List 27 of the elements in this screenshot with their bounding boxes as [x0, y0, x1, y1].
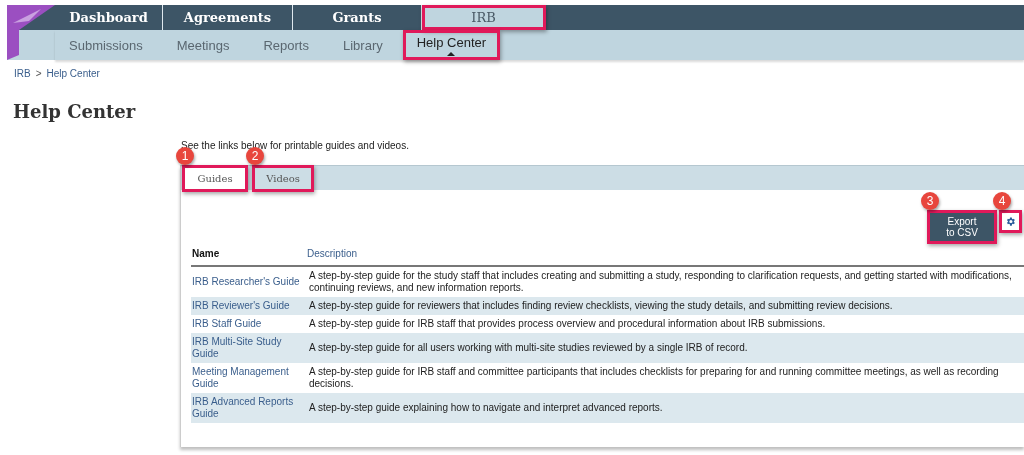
breadcrumb-separator: >: [35, 68, 42, 79]
guide-link[interactable]: IRB Multi-Site Study Guide: [191, 333, 306, 363]
breadcrumb-link[interactable]: IRB: [14, 68, 31, 79]
subnav-tab[interactable]: Reports: [249, 30, 323, 60]
caret-icon: [447, 51, 456, 56]
export-button[interactable]: Export to CSV: [929, 212, 995, 242]
callout-badge: 4: [993, 192, 1011, 210]
guide-link[interactable]: IRB Advanced Reports Guide: [191, 393, 306, 423]
description-cell: A step-by-step guide explaining how to navigate and interpret advanced reports.: [306, 393, 1024, 423]
subnav-tab[interactable]: Library: [329, 30, 397, 60]
subnav-tab[interactable]: Meetings: [162, 30, 244, 60]
subnav-tab[interactable]: Help Center: [402, 30, 501, 60]
description-cell: A step-by-step guide for IRB staff and committee participants that includes checklists for preparing for and running committee meetings, as well as recording decisions.: [306, 363, 1024, 393]
nav-tab[interactable]: IRB: [422, 5, 546, 30]
guide-link[interactable]: Meeting Management Guide: [191, 363, 306, 393]
callout-badge: 3: [921, 192, 939, 210]
description-cell: A step-by-step guide for reviewers that includes finding review checklists, viewing the study details, and submitting review decisions.: [306, 297, 1024, 315]
description-cell: A step-by-step guide for IRB staff that provides process overview and procedural information about IRB submissions.: [306, 315, 1024, 333]
guide-link[interactable]: IRB Reviewer's Guide: [191, 297, 306, 315]
guide-link[interactable]: IRB Staff Guide: [191, 315, 306, 333]
settings-icon: [1005, 216, 1016, 227]
page-title: Help Center: [13, 101, 137, 122]
subnav-tab[interactable]: Submissions: [55, 30, 157, 60]
guide-link[interactable]: IRB Researcher's Guide: [191, 266, 306, 297]
breadcrumb-link[interactable]: Help Center: [46, 68, 100, 79]
description-cell: A step-by-step guide for all users working with multi-site studies reviewed by a single IRB of record.: [306, 333, 1024, 363]
description-cell: A step-by-step guide for the study staff that includes creating and submitting a study, responding to clarification requests, and getting started with modifications, continuing reviews, and new information reports.: [306, 266, 1024, 297]
